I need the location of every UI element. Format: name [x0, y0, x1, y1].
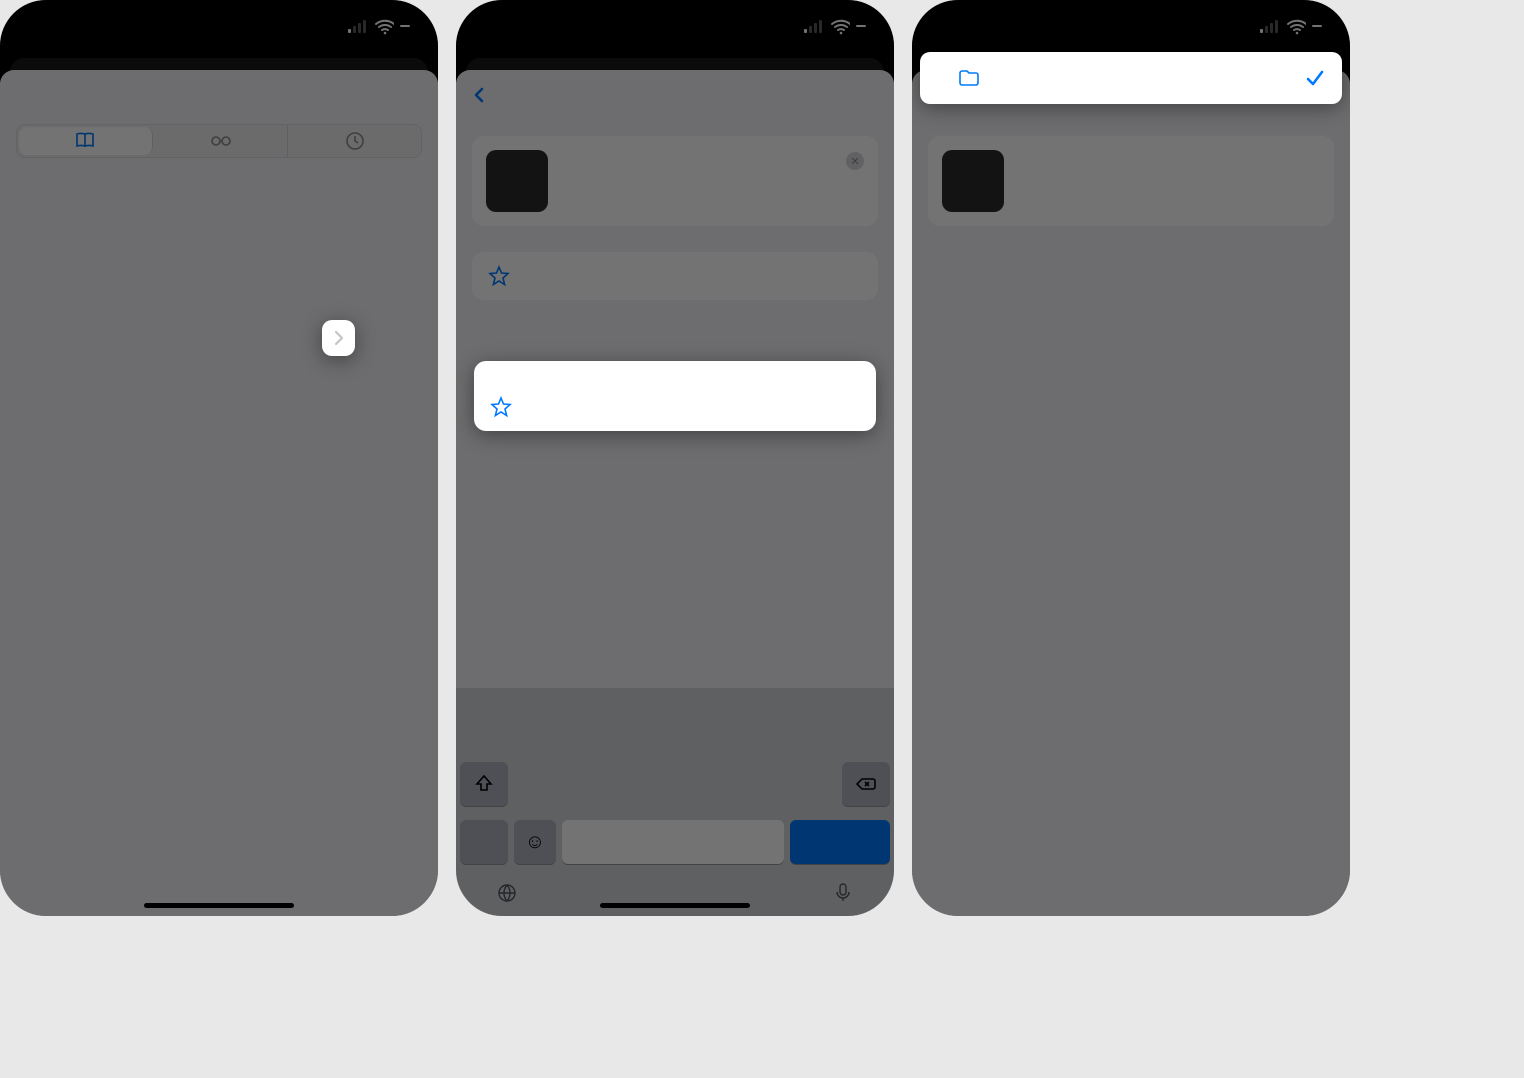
- chevron-right-icon: [328, 327, 350, 349]
- phone-screen-3: [912, 0, 1350, 916]
- home-indicator: [144, 903, 294, 908]
- battery-level: [400, 25, 410, 27]
- shift-key[interactable]: [460, 762, 508, 806]
- backspace-key[interactable]: [842, 762, 890, 806]
- folder-icon: [958, 68, 982, 88]
- emoji-key[interactable]: ☺: [514, 820, 556, 864]
- section-label: [474, 361, 876, 383]
- keyboard[interactable]: ☺: [456, 688, 894, 916]
- clear-button[interactable]: ✕: [846, 152, 864, 170]
- star-icon: [488, 265, 512, 287]
- wifi-icon: [830, 17, 850, 35]
- battery-level: [1312, 25, 1322, 27]
- space-key[interactable]: [562, 820, 784, 864]
- star-icon: [490, 396, 514, 418]
- bookmark-thumb: [486, 150, 548, 212]
- keyboard-done-key[interactable]: [790, 820, 890, 864]
- status-bar: [912, 0, 1350, 52]
- nav-bar: [456, 70, 894, 120]
- bookmark-card: ✕: [472, 136, 878, 226]
- tab-history[interactable]: [288, 125, 421, 157]
- signal-icon: [804, 19, 824, 33]
- battery-level: [856, 25, 866, 27]
- chevron-left-icon: [468, 84, 486, 106]
- status-bar: [456, 0, 894, 52]
- bottom-toolbar: [0, 848, 438, 898]
- back-button[interactable]: [468, 84, 488, 106]
- status-bar: [0, 0, 438, 52]
- globe-icon[interactable]: [496, 882, 522, 904]
- keyboard-suggestions[interactable]: [456, 688, 894, 736]
- location-row[interactable]: [472, 252, 878, 300]
- wifi-icon: [374, 17, 394, 35]
- highlight-location[interactable]: [474, 361, 876, 431]
- numbers-key[interactable]: [460, 820, 508, 864]
- signal-icon: [1260, 19, 1280, 33]
- bookmark-card: [928, 136, 1334, 226]
- signal-icon: [348, 19, 368, 33]
- highlight-edit-chevron[interactable]: [322, 320, 355, 356]
- bookmarks-tabs[interactable]: [16, 124, 422, 158]
- highlight-releases-row[interactable]: [920, 52, 1342, 104]
- tab-reading-list[interactable]: [155, 125, 289, 157]
- tab-bookmarks[interactable]: [19, 127, 153, 155]
- mic-icon[interactable]: [832, 881, 854, 905]
- location-list: [472, 252, 878, 300]
- wifi-icon: [1286, 17, 1306, 35]
- phone-screen-2: ✕: [456, 0, 894, 916]
- home-indicator: [600, 903, 750, 908]
- nav-bar: [0, 70, 438, 120]
- bookmark-thumb: [942, 150, 1004, 212]
- check-icon: [1304, 67, 1326, 89]
- phone-screen-1: [0, 0, 438, 916]
